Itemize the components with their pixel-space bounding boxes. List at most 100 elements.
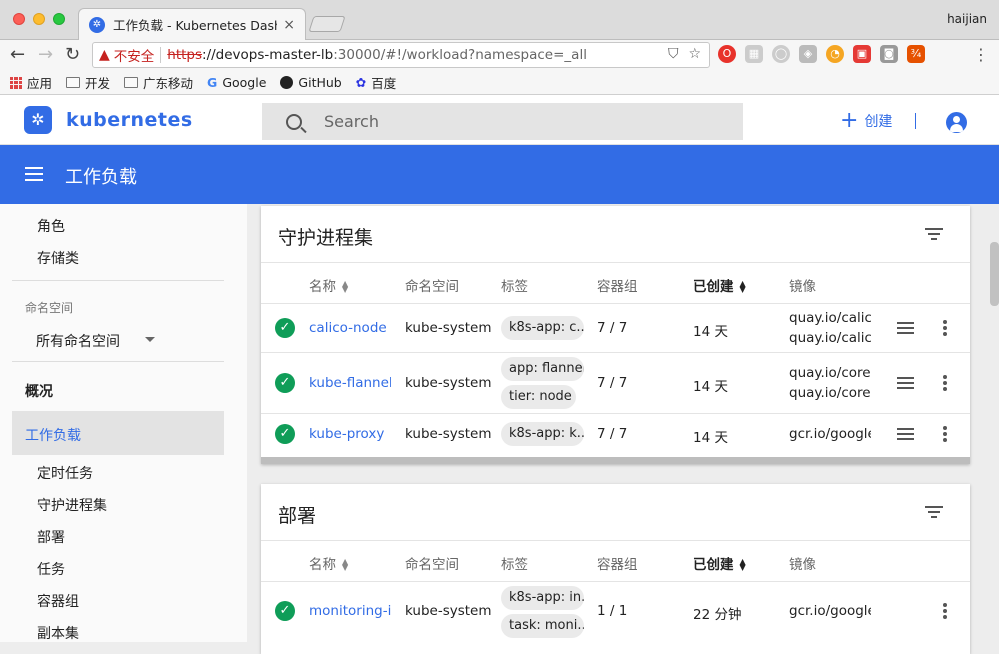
column-header-name[interactable]: 名称 ▲ ▼ [309, 553, 348, 573]
bookmark-label: 广东移动 [143, 76, 194, 91]
more-actions-icon[interactable] [943, 320, 947, 336]
bookmark-apps[interactable]: 应用 [10, 73, 52, 92]
page-titlebar: 工作负载 [0, 145, 999, 204]
sidebar-item-replicasets[interactable]: 副本集 [37, 623, 79, 643]
page-scrollbar[interactable] [990, 242, 999, 306]
camera-extension-icon[interactable]: ◙ [880, 45, 898, 63]
bookmark-google[interactable]: G Google [207, 75, 266, 90]
address-bar[interactable]: ▲ 不安全 https://devops-master-lb:30000/#!/… [92, 42, 710, 68]
sidebar: 角色 存储类 命名空间 所有命名空间 概况 工作负载 定时任务 守护进程集 部署… [0, 204, 247, 642]
logs-icon[interactable] [897, 428, 914, 440]
browser-tab[interactable]: ✲ 工作负载 - Kubernetes Dashbo × [78, 8, 306, 40]
table-divider [261, 581, 970, 582]
sort-icon: ▲ ▼ [739, 279, 746, 294]
column-header-pods: 容器组 [597, 557, 638, 573]
search-bar[interactable]: Search [262, 103, 743, 140]
url-scheme: https [167, 47, 203, 63]
label-chip: k8s-app: k... [501, 422, 584, 446]
row-namespace: kube-system [405, 375, 492, 391]
browser-user[interactable]: haijian [947, 12, 987, 26]
filter-icon[interactable] [925, 506, 943, 518]
logs-icon[interactable] [897, 377, 914, 389]
row-name-link[interactable]: calico-node [309, 320, 394, 336]
bookmark-github[interactable]: GitHub [280, 75, 342, 90]
bookmark-star-icon[interactable]: ☆ [688, 46, 701, 62]
column-header-name[interactable]: 名称 ▲ ▼ [309, 275, 348, 295]
orange-extension-icon[interactable]: ¾ [907, 45, 925, 63]
close-tab-icon[interactable]: × [283, 17, 295, 33]
reload-icon[interactable]: ↻ [65, 45, 80, 65]
sort-icon: ▲ ▼ [739, 557, 746, 572]
label-chip: k8s-app: c... [501, 316, 584, 340]
site-shield-icon[interactable]: ⛉ [668, 46, 679, 62]
column-header-created[interactable]: 已创建 ▲ ▼ [693, 275, 746, 295]
table-divider [261, 540, 970, 541]
row-image: quay.io/calic [789, 330, 871, 346]
sidebar-item-overview[interactable]: 概况 [25, 381, 53, 401]
forward-arrow-icon[interactable]: → [38, 45, 53, 65]
more-actions-icon[interactable] [943, 426, 947, 442]
column-header-labels: 标签 [501, 279, 528, 295]
label-chip: task: moni... [501, 614, 584, 638]
zoom-window-button[interactable] [53, 13, 65, 25]
extensions-row: O ▦ ◯ ◈ ◔ ▣ ◙ ¾ [718, 45, 925, 63]
sidebar-item-deployments[interactable]: 部署 [37, 527, 65, 547]
card-title: 部署 [278, 505, 317, 527]
more-actions-icon[interactable] [943, 603, 947, 619]
new-tab-button[interactable] [308, 16, 346, 32]
sidebar-item-workloads-label[interactable]: 工作负载 [25, 425, 81, 445]
sidebar-item-jobs[interactable]: 任务 [37, 559, 65, 579]
row-pods: 7 / 7 [597, 426, 628, 442]
sidebar-item-cronjobs[interactable]: 定时任务 [37, 463, 93, 483]
search-icon [286, 113, 302, 130]
bookmark-label: 应用 [27, 76, 53, 91]
opera-extension-icon[interactable]: O [718, 45, 736, 63]
bookmark-dev[interactable]: 开发 [66, 73, 110, 92]
minimize-window-button[interactable] [33, 13, 45, 25]
row-image: gcr.io/google [789, 426, 871, 442]
column-header-namespace: 命名空间 [405, 279, 459, 295]
row-pods: 7 / 7 [597, 375, 628, 391]
row-pods: 7 / 7 [597, 320, 628, 336]
back-arrow-icon[interactable]: ← [10, 45, 25, 65]
shield-extension-icon[interactable]: ◈ [799, 45, 817, 63]
sidebar-item-daemonsets[interactable]: 守护进程集 [37, 495, 107, 515]
bookmark-gdmobile[interactable]: 广东移动 [124, 73, 193, 92]
row-name-link[interactable]: monitoring-ir [309, 603, 391, 619]
close-window-button[interactable] [13, 13, 25, 25]
grid-extension-icon[interactable]: ▦ [745, 45, 763, 63]
speed-extension-icon[interactable]: ◔ [826, 45, 844, 63]
dropdown-caret-icon[interactable] [145, 337, 155, 342]
more-actions-icon[interactable] [943, 375, 947, 391]
kubernetes-logo-icon[interactable]: ✲ [24, 106, 52, 134]
header-divider [915, 113, 916, 129]
row-name-link[interactable]: kube-proxy [309, 426, 394, 442]
search-placeholder: Search [324, 112, 379, 131]
label-chip: app: flannel [501, 357, 584, 381]
sidebar-item-roles[interactable]: 角色 [37, 216, 65, 236]
kubernetes-wordmark[interactable]: kubernetes [66, 109, 193, 131]
column-header-labels: 标签 [501, 557, 528, 573]
red-extension-icon[interactable]: ▣ [853, 45, 871, 63]
logs-icon[interactable] [897, 322, 914, 334]
tab-title: 工作负载 - Kubernetes Dashbo [113, 18, 277, 33]
status-ok-icon: ✓ [275, 601, 295, 621]
create-button[interactable]: + 创建 [840, 110, 892, 132]
horizontal-scrollbar[interactable] [261, 457, 970, 464]
browser-menu-icon[interactable]: ⋮ [973, 45, 989, 64]
namespace-select[interactable]: 所有命名空间 [36, 331, 158, 351]
hamburger-menu-icon[interactable] [25, 167, 43, 181]
row-image: quay.io/core [789, 365, 871, 381]
table-divider [261, 413, 970, 414]
bookmark-baidu[interactable]: ✿ 百度 [356, 73, 397, 92]
circle-extension-icon[interactable]: ◯ [772, 45, 790, 63]
sidebar-item-pods[interactable]: 容器组 [37, 591, 79, 611]
account-icon[interactable] [946, 112, 967, 133]
baidu-paw-icon: ✿ [355, 75, 367, 90]
daemonsets-card: 守护进程集 名称 ▲ ▼ 命名空间 标签 容器组 已创建 ▲ ▼ 镜像 ✓ calico… [261, 206, 970, 464]
row-name-link[interactable]: kube-flannel- [309, 375, 391, 391]
sidebar-item-storage-classes[interactable]: 存储类 [37, 248, 79, 268]
column-header-label: 名称 [309, 557, 336, 573]
filter-icon[interactable] [925, 228, 943, 240]
column-header-created[interactable]: 已创建 ▲ ▼ [693, 553, 746, 573]
